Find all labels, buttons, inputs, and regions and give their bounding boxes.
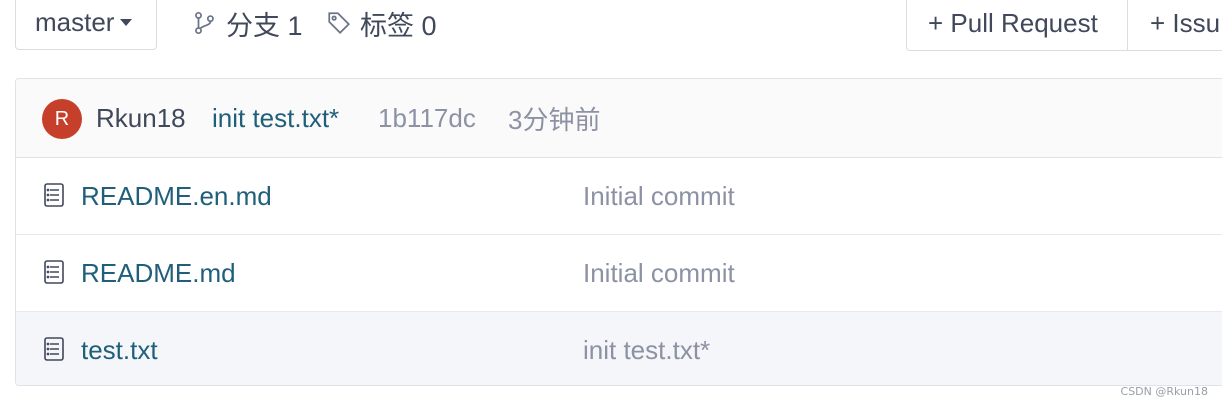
file-commit-message[interactable]: Initial commit — [583, 181, 735, 212]
pull-request-button[interactable]: + Pull Request — [906, 0, 1128, 51]
commit-sha[interactable]: 1b117dc — [378, 103, 476, 134]
file-name[interactable]: README.md — [81, 258, 236, 289]
commit-author[interactable]: Rkun18 — [96, 103, 186, 134]
file-table: R Rkun18 init test.txt* 1b117dc 3分钟前 REA… — [15, 78, 1222, 386]
branches-label: 分支 1 — [226, 10, 303, 41]
file-text-icon — [44, 337, 64, 361]
branches-link[interactable]: 分支 1 — [192, 4, 303, 42]
action-buttons: + Pull Request + Issu — [906, 0, 1222, 51]
tag-icon — [328, 12, 350, 34]
branch-selector[interactable]: master — [15, 0, 157, 50]
tags-label: 标签 0 — [360, 10, 437, 41]
table-row[interactable]: README.en.md Initial commit — [16, 158, 1222, 235]
caret-down-icon — [120, 19, 133, 26]
table-row[interactable]: test.txt init test.txt* — [16, 312, 1222, 385]
file-commit-message[interactable]: Initial commit — [583, 258, 735, 289]
file-text-icon — [44, 260, 64, 284]
latest-commit-bar: R Rkun18 init test.txt* 1b117dc 3分钟前 — [16, 79, 1222, 158]
branch-name: master — [35, 7, 115, 37]
table-row[interactable]: README.md Initial commit — [16, 235, 1222, 312]
file-name[interactable]: test.txt — [81, 335, 158, 366]
commit-time: 3分钟前 — [508, 104, 601, 135]
watermark: CSDN @Rkun18 — [1120, 385, 1208, 398]
file-text-icon — [44, 183, 64, 207]
file-commit-message[interactable]: init test.txt* — [583, 335, 710, 366]
avatar[interactable]: R — [42, 99, 82, 139]
issue-button[interactable]: + Issu — [1128, 0, 1222, 51]
file-name[interactable]: README.en.md — [81, 181, 272, 212]
branch-icon — [195, 11, 214, 35]
tags-link[interactable]: 标签 0 — [326, 4, 437, 42]
commit-message[interactable]: init test.txt* — [212, 103, 339, 134]
